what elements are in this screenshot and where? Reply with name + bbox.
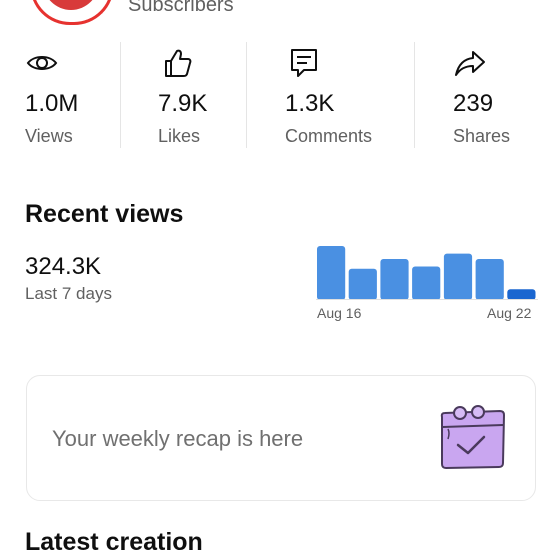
recent-views-value: 324.3K [25,253,102,280]
share-icon [455,51,485,76]
views-value: 1.0M [25,90,79,117]
chart-axis [316,299,538,300]
chart-bar-aug-18[interactable] [380,259,409,300]
weekly-recap-text: Your weekly recap is here [52,426,304,451]
likes-value: 7.9K [158,90,208,117]
chart-bar-aug-20[interactable] [443,253,473,300]
shares-label: Shares [453,126,511,146]
calendar-check-icon [440,405,506,470]
comment-icon [291,49,317,77]
views-label: Views [25,126,73,146]
likes-label: Likes [158,126,201,146]
divider [414,42,415,148]
recent-views-title: Recent views [25,200,184,228]
comments-label: Comments [285,126,373,146]
eye-icon [26,56,58,70]
subscribers-label: Subscribers [128,0,234,16]
stats-row: 1.0M Views 7.9K Likes 1.3K Comments 239 … [0,40,560,148]
chart-bar-aug-17[interactable] [348,268,377,300]
channel-avatar[interactable] [30,0,114,25]
shares-value: 239 [453,90,494,117]
comments-value: 1.3K [285,90,335,117]
recent-views-chart[interactable] [316,244,538,304]
x-tick-label-end: Aug 22 [487,305,532,321]
recent-views-period: Last 7 days [25,284,112,303]
x-tick-label-start: Aug 16 [317,305,362,321]
chart-bar-aug-19[interactable] [412,266,441,301]
thumbs-up-icon [165,49,192,77]
divider [120,42,121,148]
divider [246,42,247,148]
latest-creation-title: Latest creation [25,528,203,556]
chart-bar-aug-21[interactable] [475,259,504,300]
chart-bar-aug-16[interactable] [317,246,346,300]
